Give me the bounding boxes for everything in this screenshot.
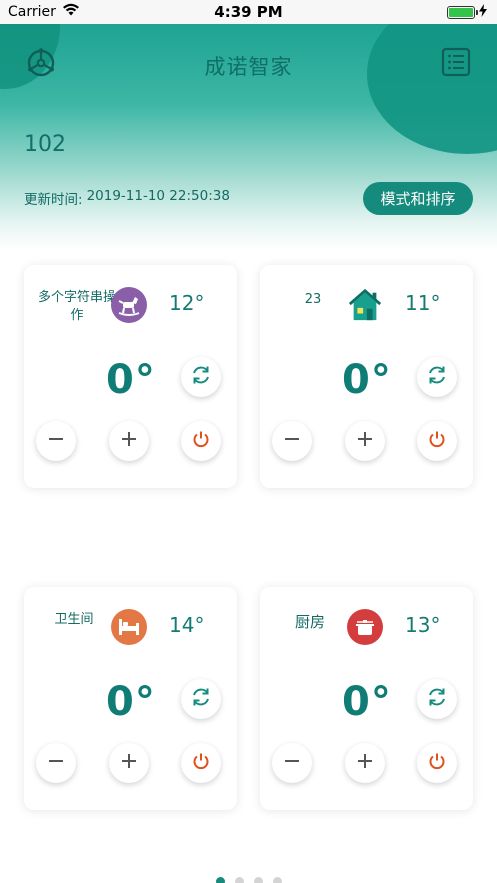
update-time-label: 更新时间:	[24, 192, 83, 208]
refresh-button[interactable]	[417, 679, 457, 719]
decrease-temperature-button[interactable]	[272, 743, 312, 783]
current-temperature: 13°	[405, 613, 441, 637]
increase-temperature-button[interactable]	[345, 421, 385, 461]
rocking-horse-icon	[111, 287, 147, 323]
status-time: 4:39 PM	[214, 3, 283, 21]
minus-icon	[48, 431, 64, 451]
update-time-row: 更新时间: 2019-11-10 22:50:38	[24, 188, 230, 208]
page-indicator[interactable]	[0, 877, 497, 883]
refresh-icon	[190, 686, 212, 712]
minus-icon	[284, 753, 300, 773]
status-bar: Carrier 4:39 PM	[0, 0, 497, 24]
power-button[interactable]	[181, 743, 221, 783]
room-name: 多个字符串操作	[37, 290, 116, 323]
refresh-button[interactable]	[181, 679, 221, 719]
menu-button[interactable]	[440, 47, 472, 81]
header: 成诺智家 102 更新时间: 2019-11-10 22:50:38 模式和排序	[0, 24, 497, 250]
power-icon	[428, 430, 446, 452]
bed-icon	[111, 609, 147, 645]
increase-temperature-button[interactable]	[109, 421, 149, 461]
page-dot[interactable]	[234, 877, 244, 883]
plus-icon	[121, 753, 137, 773]
power-button[interactable]	[417, 743, 457, 783]
plus-icon	[357, 753, 373, 773]
page-dot[interactable]	[272, 877, 282, 883]
current-temperature: 14°	[169, 613, 205, 637]
set-temperature: 0°	[106, 679, 156, 725]
refresh-icon	[426, 364, 448, 390]
plus-icon	[121, 431, 137, 451]
room-name: 23	[304, 292, 322, 307]
increase-temperature-button[interactable]	[345, 743, 385, 783]
room-card[interactable]: 卫生间 14° 0°	[24, 587, 237, 810]
power-button[interactable]	[417, 421, 457, 461]
decrease-temperature-button[interactable]	[272, 421, 312, 461]
plus-icon	[357, 431, 373, 451]
refresh-icon	[190, 364, 212, 390]
page-dot[interactable]	[253, 877, 263, 883]
app-title: 成诺智家	[204, 55, 293, 79]
set-temperature: 0°	[342, 679, 392, 725]
refresh-button[interactable]	[417, 357, 457, 397]
power-icon	[428, 752, 446, 774]
minus-icon	[284, 431, 300, 451]
room-card[interactable]: 多个字符串操作 12° 0°	[24, 265, 237, 488]
current-temperature: 12°	[169, 291, 205, 315]
power-icon	[192, 752, 210, 774]
power-button[interactable]	[181, 421, 221, 461]
update-time-value: 2019-11-10 22:50:38	[86, 188, 230, 204]
set-temperature: 0°	[106, 357, 156, 403]
room-name: 厨房	[294, 613, 325, 631]
battery-icon	[447, 6, 478, 19]
decrease-temperature-button[interactable]	[36, 421, 76, 461]
status-right	[447, 4, 487, 21]
room-name: 卫生间	[54, 612, 94, 627]
room-number: 102	[24, 132, 66, 157]
refresh-button[interactable]	[181, 357, 221, 397]
cooking-pot-icon	[347, 609, 383, 645]
charging-icon	[479, 4, 487, 21]
header-decoration-right	[367, 24, 497, 154]
mode-and-sort-button[interactable]: 模式和排序	[363, 182, 473, 215]
current-temperature: 11°	[405, 291, 441, 315]
power-icon	[192, 430, 210, 452]
room-card[interactable]: 23 11° 0°	[260, 265, 473, 488]
house-icon	[347, 287, 383, 323]
decrease-temperature-button[interactable]	[36, 743, 76, 783]
minus-icon	[48, 753, 64, 773]
page-dot[interactable]	[215, 877, 225, 883]
set-temperature: 0°	[342, 357, 392, 403]
increase-temperature-button[interactable]	[109, 743, 149, 783]
room-card[interactable]: 厨房 13° 0°	[260, 587, 473, 810]
refresh-icon	[426, 686, 448, 712]
list-icon	[441, 47, 471, 81]
